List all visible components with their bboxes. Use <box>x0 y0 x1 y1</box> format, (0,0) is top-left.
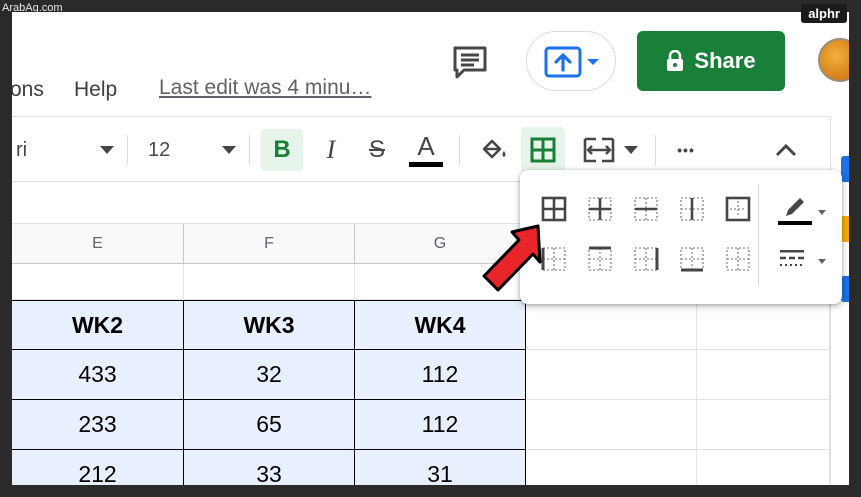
italic-button[interactable]: I <box>312 117 350 183</box>
table-cell[interactable]: 32 <box>184 350 355 400</box>
borders-icon <box>530 137 556 163</box>
comment-history-icon[interactable] <box>452 45 488 79</box>
popup-divider <box>758 184 759 286</box>
fill-color-button[interactable] <box>474 117 514 183</box>
table-cell[interactable]: 31 <box>355 450 526 485</box>
top-border-icon[interactable] <box>586 245 614 273</box>
grid-cell[interactable] <box>526 450 697 485</box>
paint-bucket-icon <box>482 139 506 159</box>
bold-button[interactable]: B <box>261 129 303 171</box>
toolbar-divider <box>655 135 656 165</box>
side-panel-tab[interactable] <box>841 216 849 242</box>
grid-cell[interactable] <box>526 350 697 400</box>
window-frame: ons Help Last edit was 4 minu… Share ri <box>0 0 861 497</box>
grid-cell[interactable] <box>697 450 830 485</box>
border-style-button[interactable] <box>774 240 830 280</box>
vertical-borders-icon[interactable] <box>678 195 706 223</box>
account-avatar[interactable] <box>818 38 849 82</box>
sheets-app: ons Help Last edit was 4 minu… Share ri <box>12 12 849 485</box>
borders-menu <box>520 170 842 304</box>
grid-cell[interactable] <box>526 400 697 450</box>
grid-cell[interactable] <box>526 300 697 350</box>
table-header-cell[interactable]: WK2 <box>12 300 184 350</box>
chevron-down-icon <box>222 146 236 154</box>
table-header-cell[interactable]: WK3 <box>184 300 355 350</box>
text-color-letter: A <box>417 131 435 161</box>
borders-button[interactable] <box>521 127 565 173</box>
font-family-value: ri <box>16 138 28 161</box>
table-cell[interactable]: 33 <box>184 450 355 485</box>
toolbar-divider <box>127 135 128 165</box>
present-upload-icon <box>544 46 599 78</box>
text-color-button[interactable]: A <box>404 117 448 183</box>
pointer-arrow-icon <box>478 220 548 300</box>
table-cell[interactable]: 65 <box>184 400 355 450</box>
chevron-down-icon <box>100 146 114 154</box>
border-color-button[interactable] <box>774 190 830 230</box>
table-cell[interactable]: 212 <box>12 450 184 485</box>
present-button[interactable] <box>526 31 616 91</box>
right-border-icon[interactable] <box>632 245 660 273</box>
grid-cell[interactable] <box>184 264 355 300</box>
brand-watermark: alphr <box>801 4 847 23</box>
table-cell[interactable]: 112 <box>355 400 526 450</box>
column-header-e[interactable]: E <box>12 224 184 264</box>
lock-icon <box>667 50 684 71</box>
strikethrough-button[interactable]: S <box>358 117 396 183</box>
table-cell[interactable]: 233 <box>12 400 184 450</box>
font-size-value: 12 <box>148 138 171 161</box>
last-edit-link[interactable]: Last edit was 4 minu… <box>159 76 371 100</box>
font-family-select[interactable]: ri <box>12 117 120 183</box>
table-cell[interactable]: 112 <box>355 350 526 400</box>
chevron-down-icon <box>624 146 638 154</box>
share-label: Share <box>694 48 756 73</box>
grid-cell[interactable] <box>697 400 830 450</box>
chevron-up-icon <box>775 143 797 157</box>
outer-borders-icon[interactable] <box>724 195 752 223</box>
inner-borders-icon[interactable] <box>586 195 614 223</box>
bottom-border-icon[interactable] <box>678 245 706 273</box>
grid-cell[interactable] <box>12 264 184 300</box>
side-panel-tab[interactable] <box>841 156 849 182</box>
merge-cells-icon <box>583 137 615 163</box>
grid-cell[interactable] <box>697 350 830 400</box>
border-color-icon <box>778 198 826 225</box>
table-cell[interactable]: 433 <box>12 350 184 400</box>
menu-help[interactable]: Help <box>74 78 117 102</box>
border-style-icon <box>780 250 826 266</box>
grid-cell[interactable] <box>697 300 830 350</box>
all-borders-icon[interactable] <box>540 195 568 223</box>
site-watermark: ArabAq.com <box>2 2 63 14</box>
font-size-select[interactable]: 12 <box>142 117 242 183</box>
side-panel-tab[interactable] <box>841 276 849 302</box>
clear-borders-icon[interactable] <box>724 245 752 273</box>
toolbar-divider <box>249 135 250 165</box>
toolbar-divider <box>459 135 460 165</box>
share-button[interactable]: Share <box>637 31 785 91</box>
menu-extensions[interactable]: ons <box>12 78 44 102</box>
table-header-cell[interactable]: WK4 <box>355 300 526 350</box>
horizontal-borders-icon[interactable] <box>632 195 660 223</box>
column-header-f[interactable]: F <box>184 224 355 264</box>
text-color-swatch <box>409 162 443 167</box>
